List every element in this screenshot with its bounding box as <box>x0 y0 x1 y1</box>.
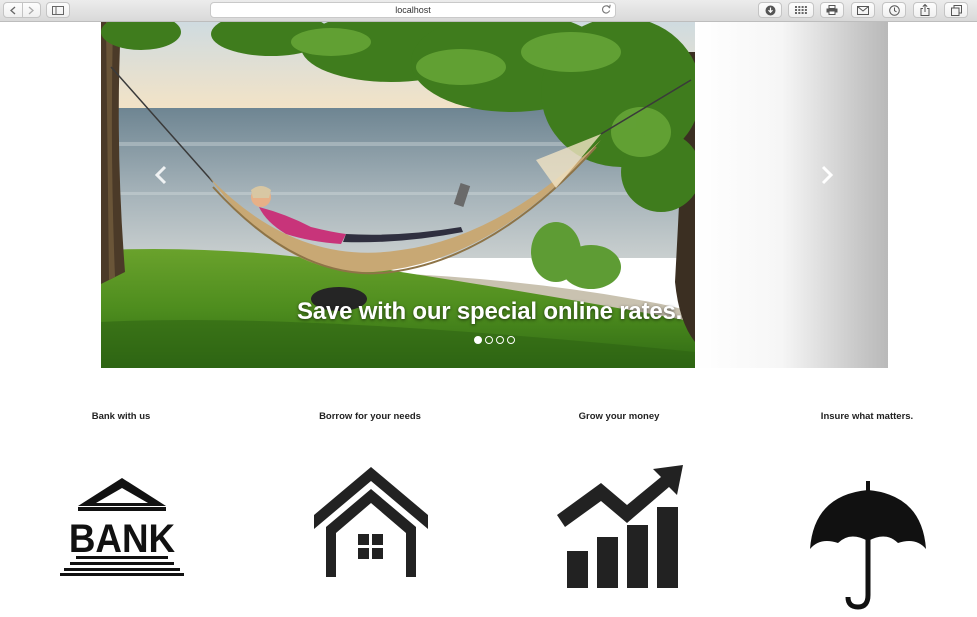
feature-borrow-label[interactable]: Borrow for your needs <box>319 411 421 422</box>
bank-icon[interactable]: BANK <box>60 476 184 583</box>
carousel-prev-button[interactable] <box>153 163 169 187</box>
carousel-indicator-3[interactable] <box>496 336 504 344</box>
top-sites-icon[interactable] <box>788 2 814 18</box>
next-slide-preview <box>695 22 888 368</box>
browser-toolbar: localhost <box>0 0 977 22</box>
svg-text:BANK: BANK <box>69 517 176 562</box>
carousel-indicators <box>474 336 515 344</box>
nav-buttons <box>3 2 41 18</box>
sidebar-toggle-icon[interactable] <box>46 2 70 18</box>
carousel-indicator-1[interactable] <box>474 336 482 344</box>
url-text: localhost <box>395 5 431 15</box>
carousel-caption: Save with our special online rates. <box>297 298 683 325</box>
forward-icon[interactable] <box>21 3 41 17</box>
print-icon[interactable] <box>820 2 844 18</box>
umbrella-icon[interactable] <box>808 481 928 617</box>
house-icon[interactable] <box>314 467 428 582</box>
feature-bank-label[interactable]: Bank with us <box>92 411 151 422</box>
downloads-icon[interactable] <box>758 2 782 18</box>
history-icon[interactable] <box>882 2 906 18</box>
chevron-left-icon <box>154 165 167 185</box>
chevron-right-icon <box>821 165 834 185</box>
carousel-indicator-2[interactable] <box>485 336 493 344</box>
feature-insure-label[interactable]: Insure what matters. <box>821 411 913 422</box>
mail-icon[interactable] <box>851 2 875 18</box>
tabs-overview-icon[interactable] <box>944 2 968 18</box>
back-icon[interactable] <box>4 3 22 17</box>
growth-chart-icon[interactable] <box>557 465 685 595</box>
reload-icon[interactable] <box>601 4 611 17</box>
feature-grow-label[interactable]: Grow your money <box>579 411 660 422</box>
share-icon[interactable] <box>913 2 937 18</box>
carousel-next-button[interactable] <box>819 163 835 187</box>
carousel-indicator-4[interactable] <box>507 336 515 344</box>
address-bar[interactable]: localhost <box>210 2 616 18</box>
